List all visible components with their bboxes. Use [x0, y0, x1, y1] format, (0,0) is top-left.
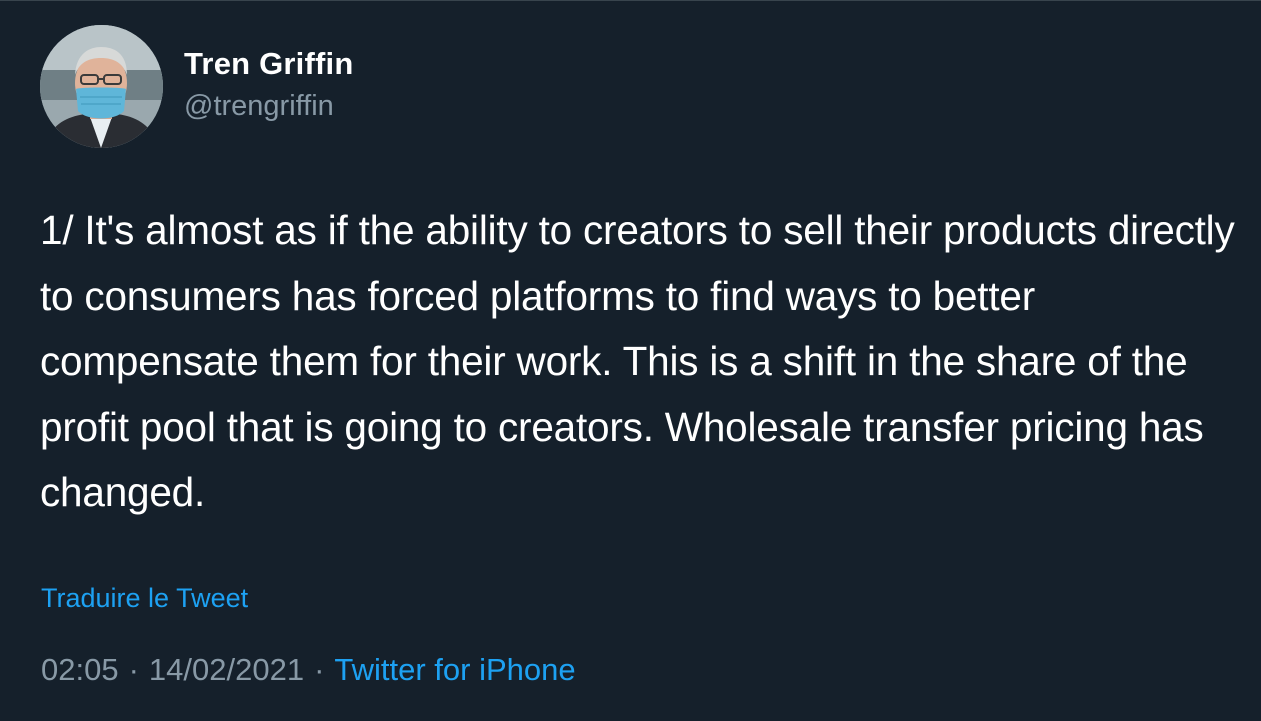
meta-separator: · — [128, 652, 139, 687]
meta-separator-2: · — [314, 652, 325, 687]
author-name[interactable]: Tren Griffin — [184, 44, 353, 84]
tweet-meta: 02:05 · 14/02/2021 · Twitter for iPhone — [41, 650, 576, 690]
top-divider — [0, 0, 1261, 1]
avatar-image-icon — [40, 25, 163, 148]
tweet-card: Tren Griffin @trengriffin 1/ It's almost… — [0, 0, 1261, 721]
tweet-date: 14/02/2021 — [148, 652, 305, 687]
translate-tweet-link[interactable]: Traduire le Tweet — [41, 580, 248, 616]
author-handle[interactable]: @trengriffin — [184, 86, 353, 126]
avatar[interactable] — [40, 25, 163, 148]
tweet-time: 02:05 — [41, 652, 119, 687]
tweet-text: 1/ It's almost as if the ability to crea… — [40, 207, 1235, 515]
tweet-source-link[interactable]: Twitter for iPhone — [334, 652, 575, 687]
author-block[interactable]: Tren Griffin @trengriffin — [184, 44, 353, 126]
